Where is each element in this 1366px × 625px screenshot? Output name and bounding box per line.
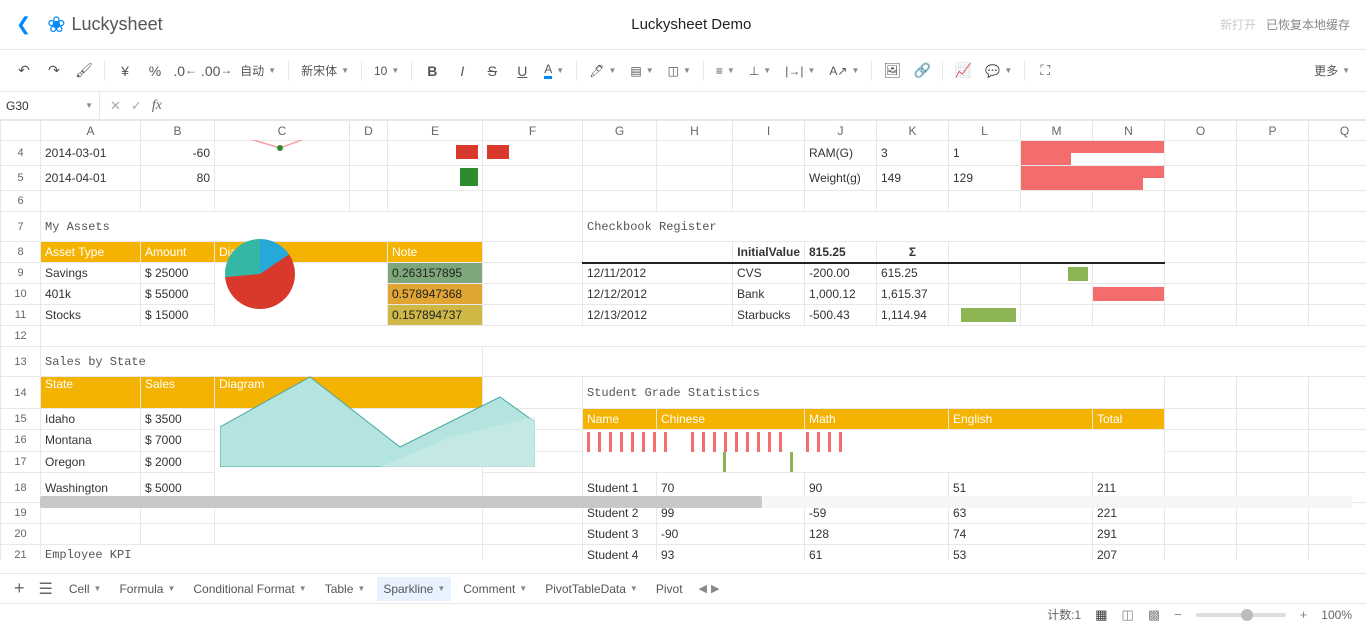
table-row: 7My AssetsCheckbook Register (1, 212, 1366, 242)
fill-color-dropdown[interactable]: 🖊▼ (583, 57, 622, 85)
text-wrap-dropdown[interactable]: |→|▼ (779, 57, 821, 85)
zoom-slider[interactable] (1196, 613, 1286, 617)
percent-button[interactable]: % (141, 57, 169, 85)
redo-button[interactable]: ↷ (40, 57, 68, 85)
link-button[interactable]: 🔗 (908, 57, 936, 85)
sheet-tab-pivottabledata[interactable]: PivotTableData▼ (539, 577, 644, 601)
chart-button[interactable]: 📈 (949, 57, 977, 85)
zoom-thumb[interactable] (1241, 609, 1253, 621)
text-rotate-dropdown[interactable]: A↗▼ (823, 57, 865, 85)
cell-reference: G30 (6, 99, 29, 113)
sheet-menu-button[interactable]: ☰ (35, 579, 57, 599)
sheet-tab-conditional-format[interactable]: Conditional Format▼ (187, 577, 312, 601)
accept-formula-icon[interactable]: ✓ (131, 98, 142, 114)
table-row: 21Employee KPIStudent 4936153207 (1, 545, 1366, 561)
view-page-icon[interactable]: ◫ (1122, 607, 1134, 623)
save-status: 已恢复本地缓存 (1266, 16, 1350, 33)
logo-text: Luckysheet (72, 14, 163, 35)
document-title[interactable]: Luckysheet Demo (163, 16, 1220, 33)
decrease-decimal-button[interactable]: .0← (171, 57, 199, 85)
pie-chart (225, 239, 295, 309)
add-sheet-button[interactable]: + (10, 578, 29, 599)
undo-button[interactable]: ↶ (10, 57, 38, 85)
table-row: 12 (1, 326, 1366, 347)
table-row: 11Stocks$ 150000.15789473712/13/2012Star… (1, 305, 1366, 326)
table-row: 14StateSalesDiagramStudent Grade Statist… (1, 377, 1366, 409)
count-label: 计数:1 (1047, 606, 1081, 623)
toolbar: ↶ ↷ 🖌 ¥ % .0← .00→ 自动▼ 新宋体▼ 10▼ B I S U … (0, 50, 1366, 92)
format-painter-button[interactable]: 🖌 (70, 57, 98, 85)
area-chart (220, 367, 535, 467)
currency-button[interactable]: ¥ (111, 57, 139, 85)
number-format-dropdown[interactable]: 自动▼ (234, 57, 282, 85)
view-normal-icon[interactable]: ▦ (1095, 607, 1107, 623)
table-row: 6 (1, 191, 1366, 212)
sheet-tab-bar: + ☰ Cell▼ Formula▼ Conditional Format▼ T… (0, 573, 1366, 603)
italic-button[interactable]: I (448, 57, 476, 85)
comment-dropdown[interactable]: 💬▼ (979, 57, 1018, 85)
spreadsheet-grid[interactable]: ABCDEFGHIJKLMNOPQ 42014-03-01-60RAM(G)31… (0, 120, 1366, 560)
fx-label[interactable]: fx (152, 98, 162, 114)
sheet-tab-formula[interactable]: Formula▼ (113, 577, 181, 601)
zoom-in-button[interactable]: + (1300, 607, 1308, 622)
cancel-formula-icon[interactable]: ✕ (110, 98, 121, 114)
name-box[interactable]: G30 ▼ (0, 92, 100, 119)
merge-dropdown[interactable]: ◫▼ (662, 57, 697, 85)
horizontal-scrollbar[interactable] (40, 496, 1352, 508)
sheet-nav[interactable]: ◀▶ (699, 582, 720, 595)
scrollbar-thumb[interactable] (40, 496, 762, 508)
sheet-next-icon[interactable]: ▶ (711, 582, 719, 595)
new-open-label[interactable]: 新打开 (1220, 16, 1256, 33)
table-row: 52014-04-0180Weight(g)149129 (1, 166, 1366, 191)
horizontal-align-dropdown[interactable]: ≡▼ (710, 57, 741, 85)
underline-button[interactable]: U (508, 57, 536, 85)
table-row: 10401k$ 550000.57894736812/12/2012Bank1,… (1, 284, 1366, 305)
sheet-prev-icon[interactable]: ◀ (699, 582, 707, 595)
more-dropdown[interactable]: 更多▼ (1308, 57, 1356, 85)
back-button[interactable]: ❮ (16, 14, 31, 35)
cube-button[interactable]: ⛶ (1031, 57, 1059, 85)
logo[interactable]: ❀ Luckysheet (47, 12, 163, 38)
table-row: 8Asset TypeAmountDiagramNoteInitialValue… (1, 242, 1366, 263)
table-row: 42014-03-01-60RAM(G)31 (1, 141, 1366, 166)
font-family-dropdown[interactable]: 新宋体▼ (295, 57, 355, 85)
increase-decimal-button[interactable]: .00→ (201, 57, 232, 85)
table-row: 13Sales by State (1, 347, 1366, 377)
font-color-dropdown[interactable]: A▼ (538, 57, 570, 85)
table-row: 20Student 3-9012874291 (1, 524, 1366, 545)
strikethrough-button[interactable]: S (478, 57, 506, 85)
chevron-down-icon: ▼ (85, 101, 93, 110)
image-button[interactable]: 🖼 (878, 57, 906, 85)
zoom-out-button[interactable]: − (1174, 607, 1182, 622)
formula-bar: G30 ▼ ✕ ✓ fx (0, 92, 1366, 120)
formula-input[interactable] (172, 92, 1366, 119)
sheet-tab-table[interactable]: Table▼ (319, 577, 372, 601)
vertical-align-dropdown[interactable]: ⊥▼ (743, 57, 777, 85)
bold-button[interactable]: B (418, 57, 446, 85)
column-headers[interactable]: ABCDEFGHIJKLMNOPQ (1, 121, 1366, 141)
sheet-tab-pivot[interactable]: Pivot (650, 577, 689, 601)
sheet-tab-sparkline[interactable]: Sparkline▼ (377, 577, 451, 601)
sheet-tab-cell[interactable]: Cell▼ (63, 577, 108, 601)
view-break-icon[interactable]: ▩ (1148, 607, 1160, 623)
status-bar: 计数:1 ▦ ◫ ▩ − + 100% (0, 603, 1366, 625)
table-row: 15Idaho$ 3500NameChineseMathEnglishTotal (1, 409, 1366, 430)
border-dropdown[interactable]: ▤▼ (624, 57, 659, 85)
app-header: ❮ ❀ Luckysheet Luckysheet Demo 新打开 已恢复本地… (0, 0, 1366, 50)
table-row: 16Montana$ 7000 (1, 430, 1366, 452)
table-row: 9Savings$ 250000.26315789512/11/2012CVS-… (1, 263, 1366, 284)
sheet-tab-comment[interactable]: Comment▼ (457, 577, 533, 601)
logo-icon: ❀ (47, 12, 65, 38)
zoom-level[interactable]: 100% (1321, 608, 1352, 622)
font-size-dropdown[interactable]: 10▼ (368, 57, 405, 85)
